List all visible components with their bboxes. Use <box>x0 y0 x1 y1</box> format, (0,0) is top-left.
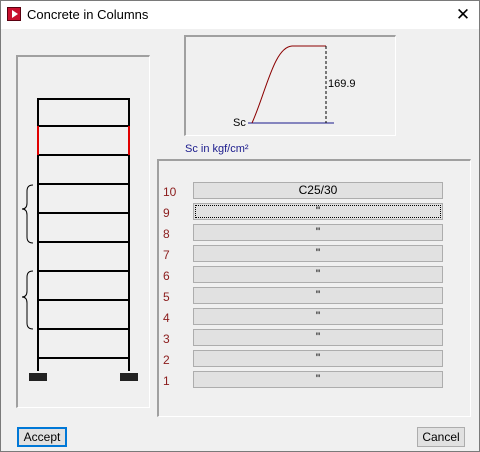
floor-number: 5 <box>163 290 170 304</box>
scale-label: Sc in kgf/cm² <box>185 143 249 155</box>
floor-grade-button[interactable]: " <box>193 350 443 367</box>
floor-number: 2 <box>163 353 170 367</box>
floor-number: 6 <box>163 269 170 283</box>
parabolic-curve <box>251 45 326 124</box>
stress-strain-curve <box>248 45 334 124</box>
floor-grade-button[interactable]: " <box>193 329 443 346</box>
curve-axis-label: Sc <box>233 117 246 129</box>
accept-button[interactable]: Accept <box>17 427 67 447</box>
floor-number: 10 <box>163 185 177 199</box>
floor-grade-button[interactable]: C25/30 <box>193 182 443 199</box>
cancel-button[interactable]: Cancel <box>417 427 465 447</box>
group-brace-lower <box>21 270 34 330</box>
floor-grade-button[interactable]: " <box>193 245 443 262</box>
floor-grade-button[interactable]: " <box>193 308 443 325</box>
left-footing <box>29 373 47 381</box>
floor-number: 4 <box>163 311 170 325</box>
window-title: Concrete in Columns <box>27 7 149 22</box>
floor-grade-button[interactable]: " <box>193 203 443 220</box>
building-elevation <box>21 98 138 381</box>
dialog-window: Concrete in Columns ✕ 169.9 Sc Sc in kgf… <box>0 0 480 452</box>
close-button[interactable]: ✕ <box>447 1 479 29</box>
floor-number: 9 <box>163 206 170 220</box>
floor-number: 8 <box>163 227 170 241</box>
floor-grade-button[interactable]: " <box>193 287 443 304</box>
app-icon <box>7 7 21 21</box>
group-brace-upper <box>21 184 34 244</box>
floor-number: 7 <box>163 248 170 262</box>
floor-grade-button[interactable]: " <box>193 371 443 388</box>
floor-number: 3 <box>163 332 170 346</box>
curve-value-label: 169.9 <box>328 78 356 90</box>
right-footing <box>120 373 138 381</box>
floor-grade-button[interactable]: " <box>193 266 443 283</box>
floor-grade-button[interactable]: " <box>193 224 443 241</box>
floor-number: 1 <box>163 374 170 388</box>
title-bar: Concrete in Columns ✕ <box>1 1 479 29</box>
